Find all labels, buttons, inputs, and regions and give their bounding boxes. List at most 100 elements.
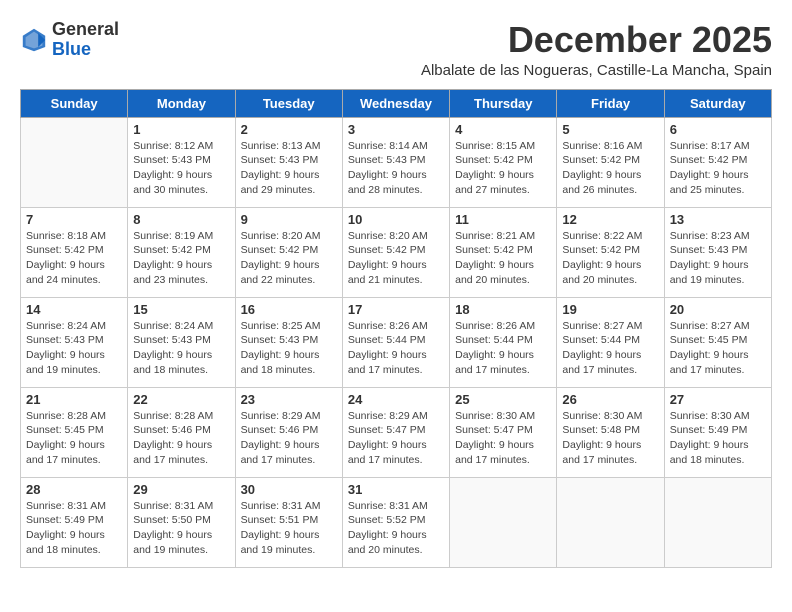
day-number: 19	[562, 302, 658, 317]
day-number: 26	[562, 392, 658, 407]
day-cell-17: 17 Sunrise: 8:26 AMSunset: 5:44 PMDayligh…	[342, 297, 449, 387]
day-number: 17	[348, 302, 444, 317]
day-cell-15: 15 Sunrise: 8:24 AMSunset: 5:43 PMDayligh…	[128, 297, 235, 387]
day-cell-1: 1 Sunrise: 8:12 AMSunset: 5:43 PMDaylight…	[128, 117, 235, 207]
day-header-friday: Friday	[557, 89, 664, 117]
day-number: 30	[241, 482, 337, 497]
day-cell-20: 20Sunrise: 8:27 AMSunset: 5:45 PMDayligh…	[664, 297, 771, 387]
day-cell-25: 25 Sunrise: 8:30 AMSunset: 5:47 PMDayligh…	[450, 387, 557, 477]
day-number: 18	[455, 302, 551, 317]
day-cell-4: 4Sunrise: 8:15 AMSunset: 5:42 PMDaylight…	[450, 117, 557, 207]
day-number: 15	[133, 302, 229, 317]
day-cell-18: 18Sunrise: 8:26 AMSunset: 5:44 PMDayligh…	[450, 297, 557, 387]
day-cell-23: 23 Sunrise: 8:29 AMSunset: 5:46 PMDayligh…	[235, 387, 342, 477]
day-info: Sunrise: 8:12 AMSunset: 5:43 PMDaylight:…	[133, 139, 229, 198]
day-number: 9	[241, 212, 337, 227]
day-number: 31	[348, 482, 444, 497]
week-row-4: 21Sunrise: 8:28 AMSunset: 5:45 PMDayligh…	[21, 387, 772, 477]
day-cell-9: 9Sunrise: 8:20 AMSunset: 5:42 PMDaylight…	[235, 207, 342, 297]
day-info: Sunrise: 8:26 AMSunset: 5:44 PMDaylight:…	[348, 319, 444, 378]
day-info: Sunrise: 8:30 AMSunset: 5:47 PMDaylight:…	[455, 409, 551, 468]
day-info: Sunrise: 8:17 AMSunset: 5:42 PMDaylight:…	[670, 139, 766, 198]
day-cell-7: 7 Sunrise: 8:18 AMSunset: 5:42 PMDaylight…	[21, 207, 128, 297]
day-info: Sunrise: 8:20 AMSunset: 5:42 PMDaylight:…	[348, 229, 444, 288]
day-info: Sunrise: 8:15 AMSunset: 5:42 PMDaylight:…	[455, 139, 551, 198]
day-number: 22	[133, 392, 229, 407]
day-cell-2: 2 Sunrise: 8:13 AMSunset: 5:43 PMDaylight…	[235, 117, 342, 207]
day-info: Sunrise: 8:18 AMSunset: 5:42 PMDaylight:…	[26, 229, 122, 288]
day-info: Sunrise: 8:31 AMSunset: 5:51 PMDaylight:…	[241, 499, 337, 558]
logo-text: General Blue	[52, 20, 119, 60]
week-row-1: 1 Sunrise: 8:12 AMSunset: 5:43 PMDaylight…	[21, 117, 772, 207]
day-cell-27: 27 Sunrise: 8:30 AMSunset: 5:49 PMDayligh…	[664, 387, 771, 477]
day-cell-14: 14Sunrise: 8:24 AMSunset: 5:43 PMDayligh…	[21, 297, 128, 387]
day-number: 27	[670, 392, 766, 407]
day-cell-12: 12 Sunrise: 8:22 AMSunset: 5:42 PMDayligh…	[557, 207, 664, 297]
day-info: Sunrise: 8:13 AMSunset: 5:43 PMDaylight:…	[241, 139, 337, 198]
empty-cell	[557, 477, 664, 567]
day-cell-5: 5 Sunrise: 8:16 AMSunset: 5:42 PMDaylight…	[557, 117, 664, 207]
day-info: Sunrise: 8:31 AMSunset: 5:52 PMDaylight:…	[348, 499, 444, 558]
day-number: 23	[241, 392, 337, 407]
calendar-header-row: SundayMondayTuesdayWednesdayThursdayFrid…	[21, 89, 772, 117]
day-info: Sunrise: 8:16 AMSunset: 5:42 PMDaylight:…	[562, 139, 658, 198]
day-header-thursday: Thursday	[450, 89, 557, 117]
day-cell-30: 30 Sunrise: 8:31 AMSunset: 5:51 PMDayligh…	[235, 477, 342, 567]
location-subtitle: Albalate de las Nogueras, Castille-La Ma…	[421, 62, 772, 79]
day-header-sunday: Sunday	[21, 89, 128, 117]
day-info: Sunrise: 8:27 AMSunset: 5:44 PMDaylight:…	[562, 319, 658, 378]
day-info: Sunrise: 8:29 AMSunset: 5:47 PMDaylight:…	[348, 409, 444, 468]
day-info: Sunrise: 8:28 AMSunset: 5:46 PMDaylight:…	[133, 409, 229, 468]
day-number: 5	[562, 122, 658, 137]
day-number: 1	[133, 122, 229, 137]
day-info: Sunrise: 8:30 AMSunset: 5:49 PMDaylight:…	[670, 409, 766, 468]
day-number: 7	[26, 212, 122, 227]
day-header-wednesday: Wednesday	[342, 89, 449, 117]
day-number: 12	[562, 212, 658, 227]
day-number: 6	[670, 122, 766, 137]
day-info: Sunrise: 8:25 AMSunset: 5:43 PMDaylight:…	[241, 319, 337, 378]
day-cell-13: 13Sunrise: 8:23 AMSunset: 5:43 PMDayligh…	[664, 207, 771, 297]
day-number: 10	[348, 212, 444, 227]
day-cell-3: 3Sunrise: 8:14 AMSunset: 5:43 PMDaylight…	[342, 117, 449, 207]
day-number: 25	[455, 392, 551, 407]
week-row-5: 28Sunrise: 8:31 AMSunset: 5:49 PMDayligh…	[21, 477, 772, 567]
day-cell-8: 8 Sunrise: 8:19 AMSunset: 5:42 PMDaylight…	[128, 207, 235, 297]
day-info: Sunrise: 8:28 AMSunset: 5:45 PMDaylight:…	[26, 409, 122, 468]
day-cell-31: 31 Sunrise: 8:31 AMSunset: 5:52 PMDayligh…	[342, 477, 449, 567]
day-info: Sunrise: 8:22 AMSunset: 5:42 PMDaylight:…	[562, 229, 658, 288]
day-info: Sunrise: 8:19 AMSunset: 5:42 PMDaylight:…	[133, 229, 229, 288]
day-number: 11	[455, 212, 551, 227]
day-number: 8	[133, 212, 229, 227]
day-number: 13	[670, 212, 766, 227]
day-cell-21: 21Sunrise: 8:28 AMSunset: 5:45 PMDayligh…	[21, 387, 128, 477]
day-header-tuesday: Tuesday	[235, 89, 342, 117]
day-cell-19: 19 Sunrise: 8:27 AMSunset: 5:44 PMDayligh…	[557, 297, 664, 387]
logo: General Blue	[20, 20, 119, 60]
empty-cell	[664, 477, 771, 567]
day-number: 28	[26, 482, 122, 497]
day-number: 3	[348, 122, 444, 137]
calendar-table: SundayMondayTuesdayWednesdayThursdayFrid…	[20, 89, 772, 568]
day-number: 20	[670, 302, 766, 317]
day-info: Sunrise: 8:29 AMSunset: 5:46 PMDaylight:…	[241, 409, 337, 468]
day-number: 2	[241, 122, 337, 137]
logo-icon	[20, 26, 48, 54]
day-cell-28: 28Sunrise: 8:31 AMSunset: 5:49 PMDayligh…	[21, 477, 128, 567]
empty-cell	[450, 477, 557, 567]
day-header-monday: Monday	[128, 89, 235, 117]
day-info: Sunrise: 8:24 AMSunset: 5:43 PMDaylight:…	[133, 319, 229, 378]
day-cell-11: 11 Sunrise: 8:21 AMSunset: 5:42 PMDayligh…	[450, 207, 557, 297]
day-cell-26: 26 Sunrise: 8:30 AMSunset: 5:48 PMDayligh…	[557, 387, 664, 477]
day-cell-22: 22 Sunrise: 8:28 AMSunset: 5:46 PMDayligh…	[128, 387, 235, 477]
day-header-saturday: Saturday	[664, 89, 771, 117]
day-cell-10: 10 Sunrise: 8:20 AMSunset: 5:42 PMDayligh…	[342, 207, 449, 297]
day-cell-24: 24 Sunrise: 8:29 AMSunset: 5:47 PMDayligh…	[342, 387, 449, 477]
day-info: Sunrise: 8:30 AMSunset: 5:48 PMDaylight:…	[562, 409, 658, 468]
page-header: General Blue December 2025 Albalate de l…	[20, 20, 772, 79]
day-number: 24	[348, 392, 444, 407]
day-info: Sunrise: 8:21 AMSunset: 5:42 PMDaylight:…	[455, 229, 551, 288]
month-title: December 2025	[421, 20, 772, 60]
day-number: 29	[133, 482, 229, 497]
day-info: Sunrise: 8:31 AMSunset: 5:50 PMDaylight:…	[133, 499, 229, 558]
